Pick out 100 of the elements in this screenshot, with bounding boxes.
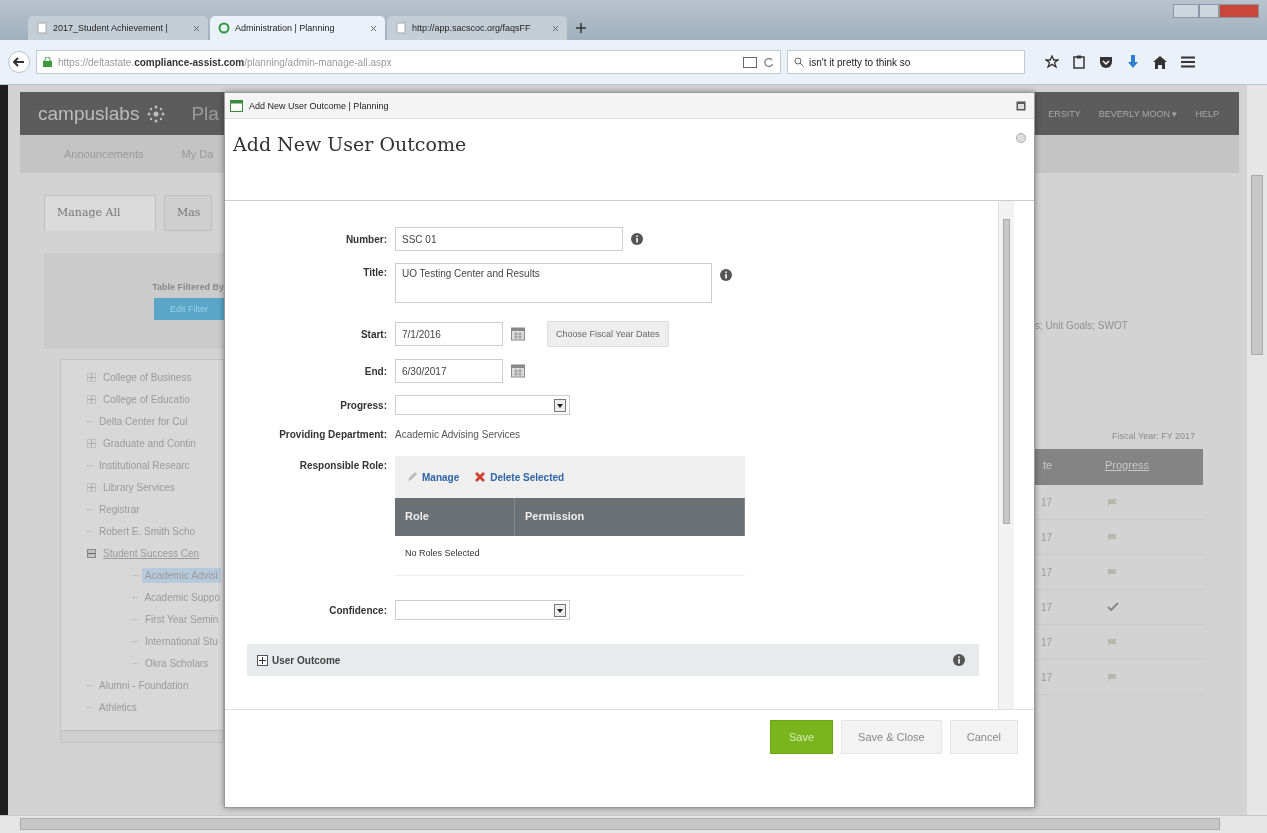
tree-item[interactable]: Robert E. Smith Scho <box>96 523 199 539</box>
header-link[interactable]: HELP <box>1195 108 1219 119</box>
date-field[interactable]: 7/1/2016 <box>395 322 503 346</box>
dialog-button[interactable]: Cancel <box>949 720 1018 754</box>
collapse-toggle-icon[interactable] <box>87 548 96 558</box>
tree-connector <box>87 684 92 686</box>
window-controls[interactable] <box>1173 4 1259 18</box>
star-icon[interactable] <box>1045 55 1059 69</box>
menu-icon[interactable] <box>1181 56 1195 68</box>
tree-item[interactable]: Okra Scholars <box>142 655 212 671</box>
tree-item[interactable]: Library Services <box>100 479 178 495</box>
tree-item[interactable]: Alumni - Foundation <box>96 677 192 693</box>
field-label: End: <box>363 365 387 377</box>
field-label: Number: <box>344 233 387 245</box>
clipboard-icon[interactable] <box>1073 55 1085 69</box>
lock-icon <box>43 57 52 67</box>
address-bar[interactable]: https://deltastate.compliance-assist.com/planning/admin-manage-all.aspx <box>36 50 781 74</box>
tree-connector <box>87 420 92 422</box>
tree-item[interactable]: Academic Advisi <box>142 567 221 583</box>
edit-filter-button[interactable]: Edit Filter <box>154 298 224 320</box>
info-icon[interactable] <box>953 654 965 666</box>
date-field[interactable]: 6/30/2017 <box>395 359 503 383</box>
expand-toggle-icon[interactable] <box>87 438 96 448</box>
download-icon[interactable] <box>1127 55 1139 69</box>
field-label: Responsible Role: <box>298 459 387 471</box>
browser-tab[interactable]: http://app.sacscoc.org/faqsFF <box>387 16 567 40</box>
header-link[interactable]: BEVERLY MOON ▾ <box>1098 108 1178 119</box>
close-icon[interactable] <box>370 24 377 32</box>
scrollbar[interactable] <box>61 730 223 742</box>
logo-text: campuslabs <box>38 102 140 125</box>
delete-link[interactable]: Delete Selected <box>475 471 565 483</box>
field-label: Title: <box>362 266 387 278</box>
tree-item[interactable]: Academic Suppo <box>141 589 223 605</box>
tree-connector <box>87 706 92 708</box>
field-label: Start: <box>359 328 387 340</box>
loading-icon <box>218 22 230 34</box>
tree-item[interactable]: Student Success Cen <box>100 545 203 561</box>
cross-icon <box>475 472 486 482</box>
tree-connector <box>133 574 138 576</box>
page-tab[interactable]: Manage All <box>44 195 156 231</box>
close-icon[interactable] <box>193 24 200 32</box>
field-label: Confidence: <box>328 604 387 616</box>
fiscal-year-button[interactable]: Choose Fiscal Year Dates <box>547 321 669 347</box>
tree-item[interactable]: Graduate and Contin <box>100 435 199 451</box>
filter-label: Table Filtered By <box>152 282 224 292</box>
window-title: Add New User Outcome | Planning <box>249 100 390 111</box>
select-field[interactable] <box>395 395 570 415</box>
expand-toggle-icon[interactable] <box>87 394 96 404</box>
search-field[interactable]: isn't it pretty to think so <box>787 50 1025 74</box>
section-header[interactable]: User Outcome <box>247 644 979 676</box>
scrollbar[interactable] <box>1247 85 1267 815</box>
select-field[interactable] <box>395 600 570 620</box>
department-value: Academic Advising Services <box>395 429 522 440</box>
tree-item[interactable]: Institutional Researc <box>96 457 193 473</box>
tree-item[interactable]: Athletics <box>96 699 140 715</box>
expand-toggle-icon[interactable] <box>87 482 96 492</box>
tree-connector <box>87 464 92 466</box>
info-icon[interactable] <box>631 233 643 245</box>
browser-tab[interactable]: Administration | Planning <box>210 16 385 40</box>
tree-item[interactable]: International Stu <box>142 633 221 649</box>
empty-message: No Roles Selected <box>395 536 745 576</box>
expand-toggle-icon[interactable] <box>87 372 96 382</box>
scrollbar[interactable] <box>0 815 1267 833</box>
save-button[interactable]: Save <box>770 720 834 754</box>
dialog-button[interactable]: Save & Close <box>841 720 942 754</box>
scrollbar[interactable] <box>998 201 1014 709</box>
tree-item[interactable]: Delta Center for Cul <box>96 413 191 429</box>
field-label: Progress: <box>339 399 387 411</box>
tree-item[interactable]: Registrar <box>96 501 143 517</box>
maximize-icon[interactable] <box>1016 100 1026 111</box>
browser-tab[interactable]: 2017_Student Achievement | <box>28 16 208 40</box>
page-icon <box>395 22 407 34</box>
search-icon <box>794 57 804 67</box>
back-button[interactable] <box>8 51 30 73</box>
tree-item[interactable]: First Year Semin <box>142 611 222 627</box>
column-header[interactable]: Progress <box>1097 449 1203 485</box>
number-field[interactable]: SSC 01 <box>395 227 623 251</box>
expand-button[interactable] <box>257 654 268 666</box>
fiscal-year-label: Fiscal Year: FY 2017 <box>1112 431 1195 441</box>
close-icon[interactable] <box>552 24 559 32</box>
reader-icon[interactable] <box>743 56 757 68</box>
reload-icon[interactable] <box>763 56 774 68</box>
info-icon[interactable] <box>720 269 732 281</box>
manage-link[interactable]: Manage <box>407 471 460 483</box>
title-field[interactable]: UO Testing Center and Results <box>395 263 712 303</box>
tree-item[interactable]: College of Business <box>100 369 195 385</box>
tree-connector <box>133 640 138 642</box>
tree-connector <box>133 662 138 664</box>
calendar-icon[interactable] <box>511 327 525 341</box>
page-tab[interactable]: Mas <box>164 195 212 231</box>
header-link[interactable]: ERSITY <box>1048 108 1081 119</box>
pencil-icon <box>407 472 417 482</box>
tree-connector <box>133 596 138 598</box>
tree-connector <box>87 530 92 532</box>
home-icon[interactable] <box>1153 55 1167 69</box>
calendar-icon[interactable] <box>511 364 525 378</box>
tree-item[interactable]: College of Educatio <box>100 391 193 407</box>
shield-icon[interactable] <box>1099 55 1113 69</box>
page-icon <box>36 22 48 34</box>
new-tab-icon[interactable] <box>575 22 587 34</box>
